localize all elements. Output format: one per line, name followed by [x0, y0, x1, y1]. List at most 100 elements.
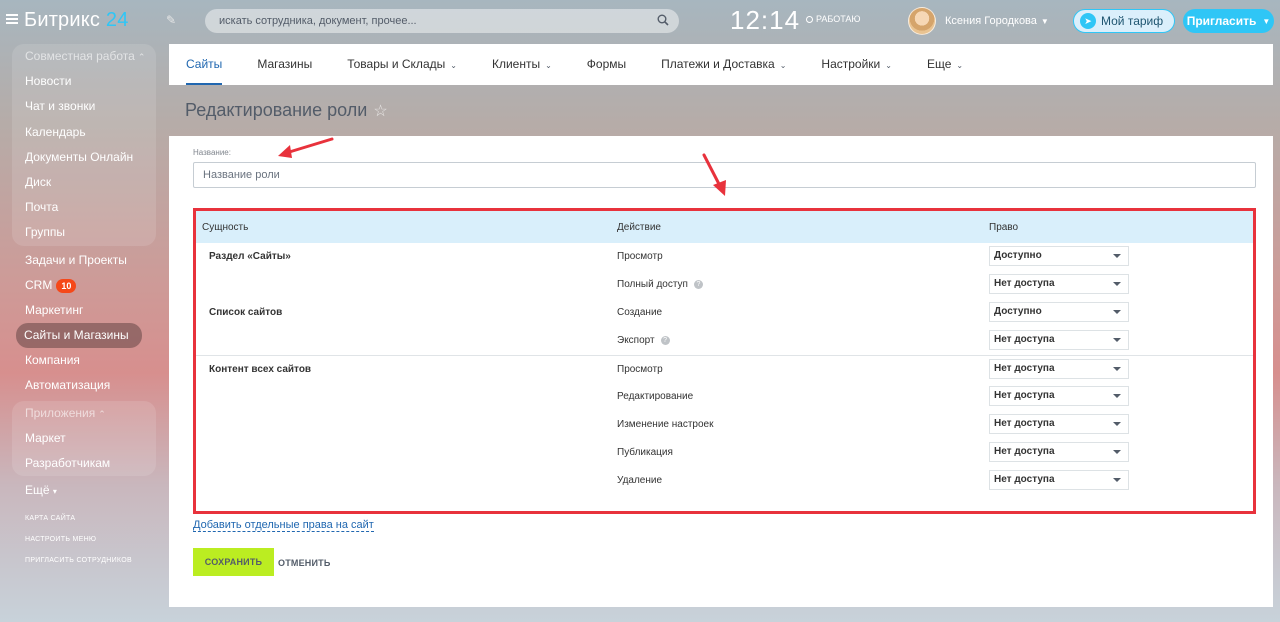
table-row: Публикация Нет доступа	[196, 439, 1253, 467]
table-row: Полный доступ? Нет доступа	[196, 271, 1253, 299]
sidebar-item-mail[interactable]: Почта	[12, 195, 156, 220]
tab-1[interactable]: Магазины	[257, 44, 312, 85]
tab-label: Еще	[926, 57, 952, 71]
clock[interactable]: 12:14	[730, 5, 800, 36]
entity-cell: Раздел «Сайты»	[209, 251, 291, 262]
column-header-right: Право	[983, 211, 1253, 243]
work-status[interactable]: РАБОТАЮ	[806, 14, 861, 24]
save-button[interactable]: СОХРАНИТЬ	[193, 548, 274, 576]
entity-cell: Контент всех сайтов	[196, 354, 611, 383]
pencil-icon[interactable]: ✎	[166, 13, 176, 27]
action-cell: Изменение настроек	[611, 411, 983, 439]
right-select[interactable]: Нет доступа	[989, 414, 1129, 434]
action-label: Публикация	[617, 447, 673, 458]
right-cell: Нет доступа	[983, 354, 1253, 383]
crm-count-badge: 10	[56, 278, 77, 293]
help-icon[interactable]: ?	[660, 335, 670, 345]
right-select[interactable]: Доступно	[989, 246, 1129, 266]
right-select[interactable]: Нет доступа	[989, 386, 1129, 406]
logo-text: Битрикс	[24, 9, 101, 31]
entity-cell	[196, 327, 611, 355]
sidebar-more-label: Ещё	[25, 483, 50, 498]
sidebar-item-news[interactable]: Новости	[12, 69, 156, 94]
sidebar-group-title[interactable]: Приложения ⌃	[12, 401, 156, 426]
configure-menu-link[interactable]: НАСТРОИТЬ МЕНЮ	[25, 536, 132, 543]
menu-burger-icon[interactable]	[6, 14, 18, 24]
sidebar: Совместная работа ⌃ Новости Чат и звонки …	[12, 44, 156, 503]
sidebar-item-documents[interactable]: Документы Онлайн	[12, 145, 156, 170]
entity-cell	[196, 411, 611, 439]
page-title: Редактирование роли ☆	[185, 100, 388, 121]
invite-employees-link[interactable]: ПРИГЛАСИТЬ СОТРУДНИКОВ	[25, 557, 132, 564]
sidebar-item-sites[interactable]: Сайты и Магазины	[16, 323, 142, 349]
my-tariff-button[interactable]: ➤ Мой тариф	[1073, 9, 1175, 33]
chevron-down-icon: ▼	[1262, 16, 1271, 26]
star-icon[interactable]: ☆	[373, 103, 387, 120]
right-select[interactable]: Нет доступа	[989, 470, 1129, 490]
role-edit-form: Название: Сущность Действие Право Раздел…	[169, 136, 1273, 607]
action-cell: Полный доступ?	[611, 271, 983, 299]
right-cell: Нет доступа	[983, 383, 1253, 411]
right-select[interactable]: Нет доступа	[989, 274, 1129, 294]
sidebar-item-chat[interactable]: Чат и звонки	[12, 94, 156, 119]
tab-label: Формы	[586, 57, 627, 71]
tab-5[interactable]: Платежи и Доставка ⌄	[661, 44, 786, 85]
sidebar-item-marketing[interactable]: Маркетинг	[12, 298, 156, 323]
tab-0[interactable]: Сайты	[186, 44, 223, 85]
sidebar-item-developers[interactable]: Разработчикам	[12, 451, 156, 476]
top-tabs: Сайты Магазины Товары и Склады ⌄ Клиенты ⌄ Фор…	[169, 44, 1273, 85]
tab-4[interactable]: Формы	[587, 44, 626, 85]
sidebar-group-apps: Приложения ⌃ Маркет Разработчикам	[12, 400, 156, 477]
tariff-label: Мой тариф	[1101, 14, 1164, 28]
rights-table-frame: Сущность Действие Право Раздел «Сайты» Пр…	[193, 208, 1256, 514]
sidebar-item-disk[interactable]: Диск	[12, 170, 156, 195]
search-icon[interactable]	[657, 14, 669, 26]
right-select[interactable]: Нет доступа	[989, 442, 1129, 462]
search-input[interactable]	[219, 15, 639, 27]
sidebar-group-title[interactable]: Совместная работа ⌃	[12, 44, 156, 69]
table-row: Редактирование Нет доступа	[196, 383, 1253, 411]
user-menu[interactable]: Ксения Городкова ▼	[945, 15, 1049, 27]
tab-2[interactable]: Товары и Склады ⌄	[347, 44, 457, 85]
sidebar-item-groups[interactable]: Группы	[12, 220, 156, 245]
status-dot-icon	[806, 15, 813, 23]
logo[interactable]: Битрикс 24	[24, 9, 129, 32]
sitemap-link[interactable]: КАРТА САЙТА	[25, 515, 132, 522]
sidebar-item-crm[interactable]: CRM 10	[12, 273, 156, 298]
tab-7[interactable]: Еще ⌄	[927, 44, 963, 85]
chevron-down-icon: ▾	[52, 487, 57, 497]
tab-3[interactable]: Клиенты ⌄	[492, 44, 552, 85]
table-header-row: Сущность Действие Право	[196, 211, 1253, 243]
action-label: Редактирование	[617, 391, 694, 402]
action-label: Полный доступ	[617, 279, 688, 290]
tab-6[interactable]: Настройки ⌄	[821, 44, 892, 85]
action-label: Экспорт	[617, 335, 655, 346]
chevron-down-icon: ⌄	[956, 61, 964, 70]
entity-cell	[196, 439, 611, 467]
invite-button[interactable]: Пригласить ▼	[1183, 9, 1274, 33]
sidebar-item-company[interactable]: Компания	[12, 348, 156, 373]
sidebar-item-label: CRM	[25, 277, 53, 292]
table-row: Раздел «Сайты» Просмотр Доступно	[196, 243, 1253, 271]
help-icon[interactable]: ?	[693, 279, 703, 289]
avatar[interactable]	[908, 7, 936, 35]
right-select[interactable]: Доступно	[989, 302, 1129, 322]
tab-label: Товары и Склады	[347, 57, 446, 71]
sidebar-item-automation[interactable]: Автоматизация	[12, 373, 156, 398]
sidebar-item-market[interactable]: Маркет	[12, 426, 156, 451]
rights-table-body: Раздел «Сайты» Просмотр Доступно Полный дос…	[196, 243, 1253, 495]
table-row: Контент всех сайтов Просмотр Нет доступа	[196, 354, 1253, 383]
column-header-entity: Сущность	[196, 211, 611, 243]
sidebar-item-calendar[interactable]: Календарь	[12, 120, 156, 145]
table-row: Изменение настроек Нет доступа	[196, 411, 1253, 439]
role-name-input[interactable]	[193, 162, 1256, 188]
sidebar-item-more[interactable]: Ещё ▾	[12, 478, 156, 503]
cancel-button[interactable]: ОТМЕНИТЬ	[278, 558, 331, 568]
right-cell: Доступно	[983, 243, 1253, 271]
sidebar-bottom-links: КАРТА САЙТА НАСТРОИТЬ МЕНЮ ПРИГЛАСИТЬ СО…	[25, 515, 132, 578]
right-select[interactable]: Нет доступа	[989, 330, 1129, 350]
sidebar-item-tasks[interactable]: Задачи и Проекты	[12, 248, 156, 273]
right-select[interactable]: Нет доступа	[989, 358, 1129, 379]
user-name: Ксения Городкова	[945, 15, 1037, 27]
add-site-rights-link[interactable]: Добавить отдельные права на сайт	[193, 519, 374, 532]
